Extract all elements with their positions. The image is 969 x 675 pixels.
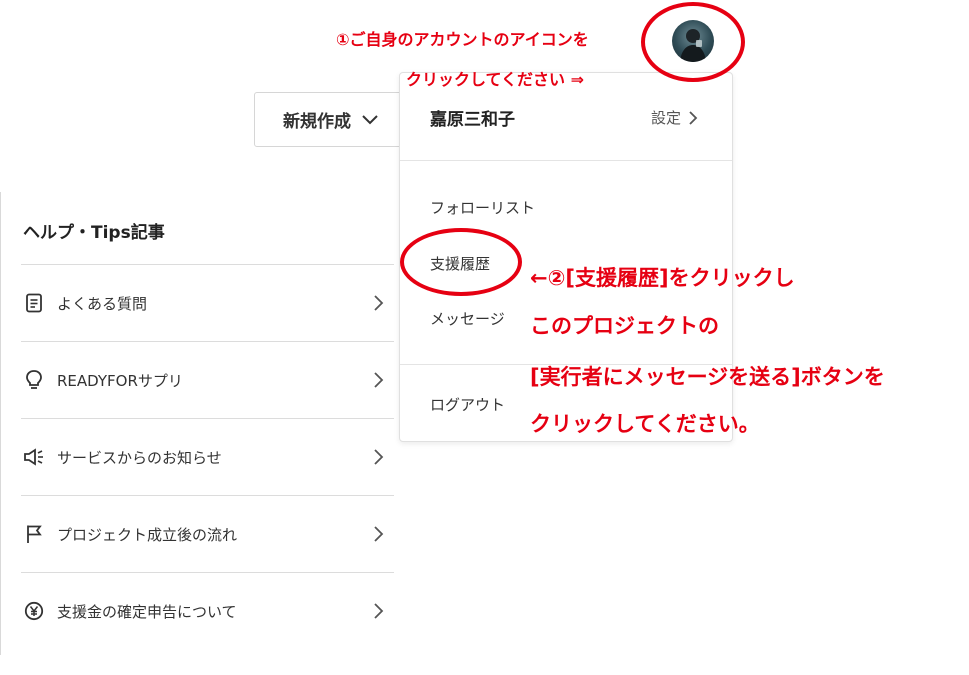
annotation-step2-line2: このプロジェクトの	[530, 314, 719, 338]
help-item-faq[interactable]: よくある質問	[21, 264, 394, 341]
new-create-button[interactable]: 新規作成	[254, 92, 414, 147]
help-item-label: プロジェクト成立後の流れ	[57, 525, 238, 544]
chevron-right-icon	[374, 603, 384, 619]
new-create-label: 新規作成	[283, 112, 351, 132]
settings-label: 設定	[650, 109, 681, 127]
menu-item-logout[interactable]: ログアウト	[430, 394, 505, 415]
annotation-step2-line4: クリックしてください。	[530, 412, 760, 436]
document-icon	[23, 292, 45, 314]
annotation-step2-line1: ←②[支援履歴]をクリックし	[530, 266, 795, 290]
highlight-oval-avatar	[641, 2, 745, 82]
menu-item-follow-list[interactable]: フォローリスト	[430, 197, 535, 218]
menu-item-messages[interactable]: メッセージ	[430, 308, 505, 329]
help-item-label: READYFORサプリ	[57, 371, 183, 390]
chevron-right-icon	[374, 295, 384, 311]
user-name: 嘉原三和子	[430, 110, 515, 130]
help-item-flow[interactable]: プロジェクト成立後の流れ	[21, 495, 394, 572]
chevron-right-icon	[374, 372, 384, 388]
flag-icon	[23, 523, 45, 545]
divider	[400, 160, 732, 161]
help-item-label: よくある質問	[57, 294, 148, 313]
annotation-step2-line3: [実行者にメッセージを送る]ボタンを	[530, 365, 885, 389]
help-title: ヘルプ・Tips記事	[23, 223, 165, 243]
help-item-label: 支援金の確定申告について	[57, 602, 237, 621]
annotation-step1-line1: ①ご自身のアカウントのアイコンを	[336, 30, 589, 49]
chevron-right-icon	[374, 449, 384, 465]
chevron-right-icon	[374, 526, 384, 542]
highlight-oval-support-history	[400, 228, 522, 296]
yen-icon	[23, 600, 45, 622]
chevron-right-icon	[689, 110, 698, 125]
annotation-step1-line2: クリックしてください ⇒	[406, 70, 585, 89]
lightbulb-icon	[23, 369, 45, 391]
settings-link[interactable]: 設定	[651, 107, 698, 128]
help-item-news[interactable]: サービスからのお知らせ	[21, 418, 394, 495]
help-item-label: サービスからのお知らせ	[57, 448, 222, 467]
megaphone-icon	[23, 446, 45, 468]
chevron-down-icon	[362, 114, 378, 124]
help-item-supple[interactable]: READYFORサプリ	[21, 341, 394, 418]
help-item-tax[interactable]: 支援金の確定申告について	[21, 572, 394, 649]
help-panel: ヘルプ・Tips記事 よくある質問 READYFORサプリ サービスからのお知ら…	[0, 192, 394, 655]
